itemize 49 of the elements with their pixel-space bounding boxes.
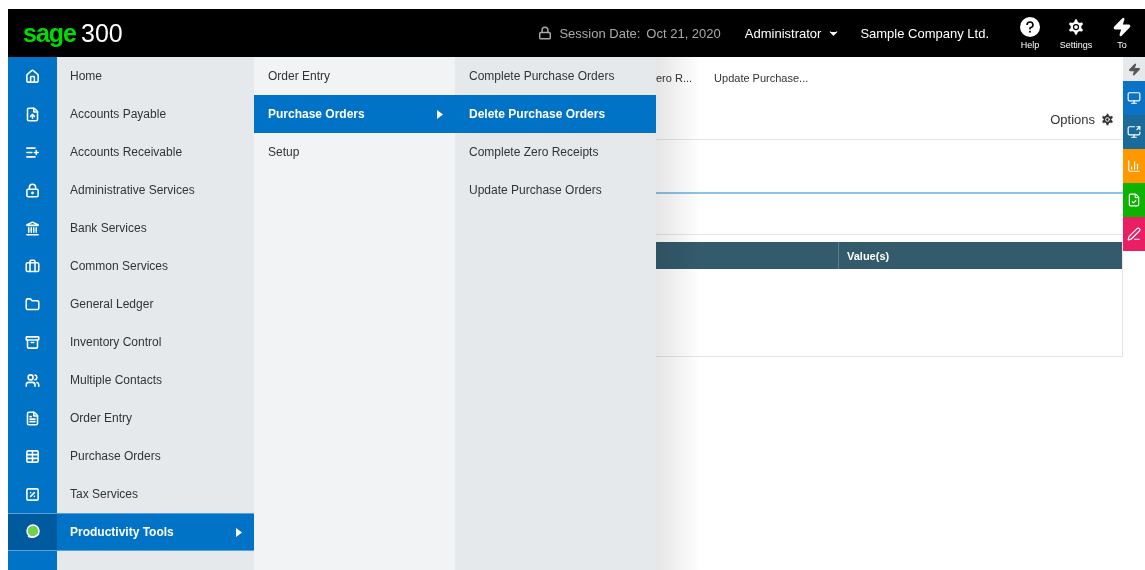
submenu-item[interactable]: Delete Purchase Orders: [455, 95, 656, 133]
session-label: Session Date:: [559, 25, 641, 41]
tool-tile[interactable]: [1123, 115, 1145, 149]
submenu-item[interactable]: Order Entry: [254, 57, 455, 95]
nav-item[interactable]: Accounts Receivable: [8, 133, 254, 171]
tool-tile[interactable]: [1123, 183, 1145, 217]
nav-item[interactable]: General Ledger: [8, 285, 254, 323]
nav-item[interactable]: Home: [8, 57, 254, 95]
page-tab[interactable]: Update Purchase...: [714, 72, 809, 84]
lock-icon: [538, 26, 553, 40]
help-button[interactable]: Help: [1007, 16, 1053, 50]
submenu-item[interactable]: Complete Zero Receipts: [455, 133, 656, 171]
window-icon: [1127, 91, 1141, 105]
submenu-item[interactable]: Update Purchase Orders: [455, 171, 656, 209]
nav-item[interactable]: Inventory Control: [8, 323, 254, 361]
nav-item[interactable]: Bank Services: [8, 209, 254, 247]
submenu-item[interactable]: Complete Purchase Orders: [455, 57, 656, 95]
nav-item[interactable]: Administrative Services: [8, 171, 254, 209]
user-menu[interactable]: Administrator: [744, 25, 841, 41]
logo: sage 300: [23, 18, 123, 48]
nav-item[interactable]: Common Services: [8, 247, 254, 285]
options-button[interactable]: Options: [1050, 111, 1115, 127]
lightning-icon: [1127, 62, 1141, 76]
column-header: Value(s): [846, 248, 890, 264]
nav-item[interactable]: Tax Services: [8, 475, 254, 513]
tool-tile[interactable]: [1123, 81, 1145, 115]
home-icon: [25, 68, 40, 84]
document-icon: [1127, 193, 1141, 207]
settings-icon: [1066, 16, 1086, 37]
nav-item[interactable]: Multiple Contacts: [8, 361, 254, 399]
tool-tile[interactable]: [1123, 217, 1145, 251]
session-date: Oct 21, 2020: [646, 25, 721, 41]
tools-button[interactable]: To: [1099, 16, 1145, 50]
help-icon: [1020, 16, 1040, 37]
submenu-item[interactable]: Purchase Orders: [254, 95, 455, 133]
nav-item[interactable]: Order Entry: [8, 399, 254, 437]
submenu-item[interactable]: Setup: [254, 133, 455, 171]
nav-item[interactable]: Purchase Orders: [8, 437, 254, 475]
pen-icon: [1127, 227, 1141, 241]
lightning-icon: [1112, 16, 1132, 37]
nav-item[interactable]: Accounts Payable: [8, 95, 254, 133]
page-tab[interactable]: ero R...: [656, 72, 693, 84]
bank-icon: [25, 220, 40, 236]
nav-item[interactable]: Productivity Tools: [8, 513, 254, 551]
company-name: Sample Company Ltd.: [860, 25, 989, 41]
gear-icon: [1100, 111, 1115, 127]
sidebar-strip: [8, 551, 57, 570]
settings-button[interactable]: Settings: [1053, 16, 1099, 50]
tool-tile[interactable]: [1123, 149, 1145, 183]
